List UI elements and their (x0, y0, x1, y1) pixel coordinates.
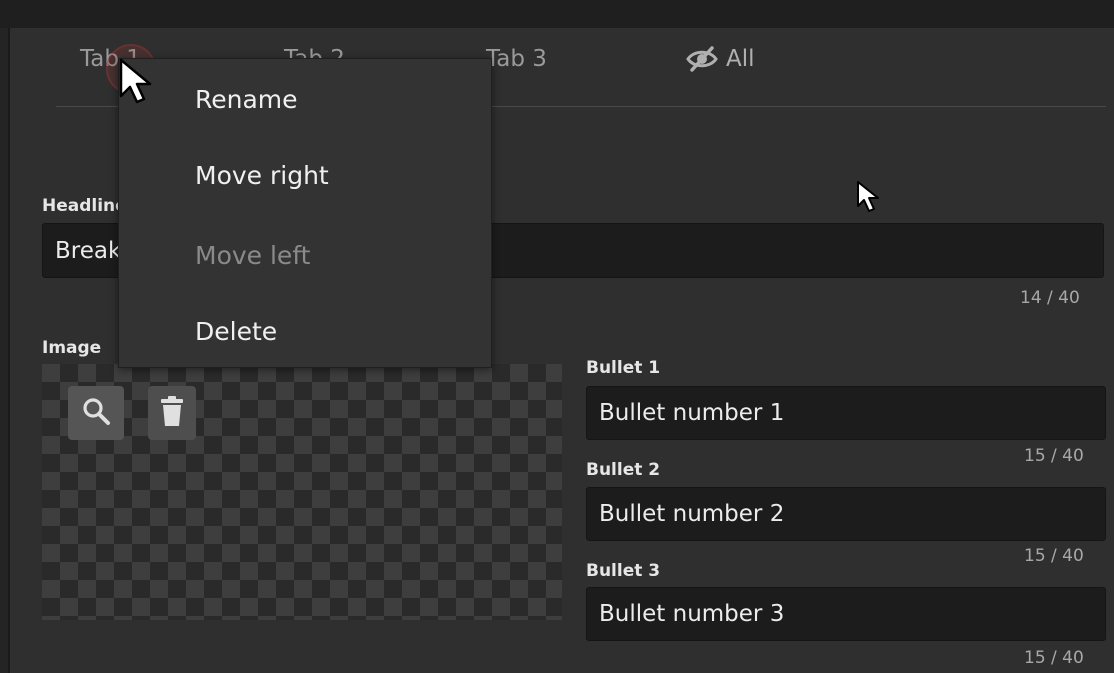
image-search-button[interactable] (68, 386, 124, 440)
bullet-2-input[interactable]: Bullet number 2 (586, 487, 1106, 541)
tab-3[interactable]: Tab 3 (486, 46, 547, 72)
search-icon (81, 396, 111, 430)
bullet-2-char-counter: 15 / 40 (1024, 546, 1084, 566)
tab-context-menu: Rename Move right Move left Delete (118, 58, 492, 368)
tab-all[interactable]: All (686, 46, 755, 72)
secondary-cursor-icon (857, 181, 879, 212)
menu-item-move-left: Move left (195, 241, 311, 270)
bullet-1-label: Bullet 1 (586, 358, 661, 378)
image-delete-button[interactable] (148, 386, 196, 440)
trash-icon (159, 395, 185, 431)
menu-item-move-right[interactable]: Move right (195, 161, 329, 190)
headline-char-counter: 14 / 40 (1020, 288, 1080, 308)
eye-slash-icon (686, 46, 718, 72)
bullet-1-input[interactable]: Bullet number 1 (586, 386, 1106, 440)
bullet-3-char-counter: 15 / 40 (1024, 648, 1084, 668)
tab-all-label: All (726, 46, 755, 72)
mouse-cursor-icon (119, 58, 152, 104)
image-label: Image (42, 338, 102, 358)
bullet-3-label: Bullet 3 (586, 561, 661, 581)
left-panel-edge (0, 28, 10, 673)
bullet-2-label: Bullet 2 (586, 460, 661, 480)
headline-label: Headline (42, 196, 127, 216)
bullet-3-input[interactable]: Bullet number 3 (586, 587, 1106, 641)
top-bar (0, 0, 1114, 28)
menu-item-delete[interactable]: Delete (195, 317, 277, 346)
menu-item-rename[interactable]: Rename (195, 85, 298, 114)
bullet-1-char-counter: 15 / 40 (1024, 446, 1084, 466)
